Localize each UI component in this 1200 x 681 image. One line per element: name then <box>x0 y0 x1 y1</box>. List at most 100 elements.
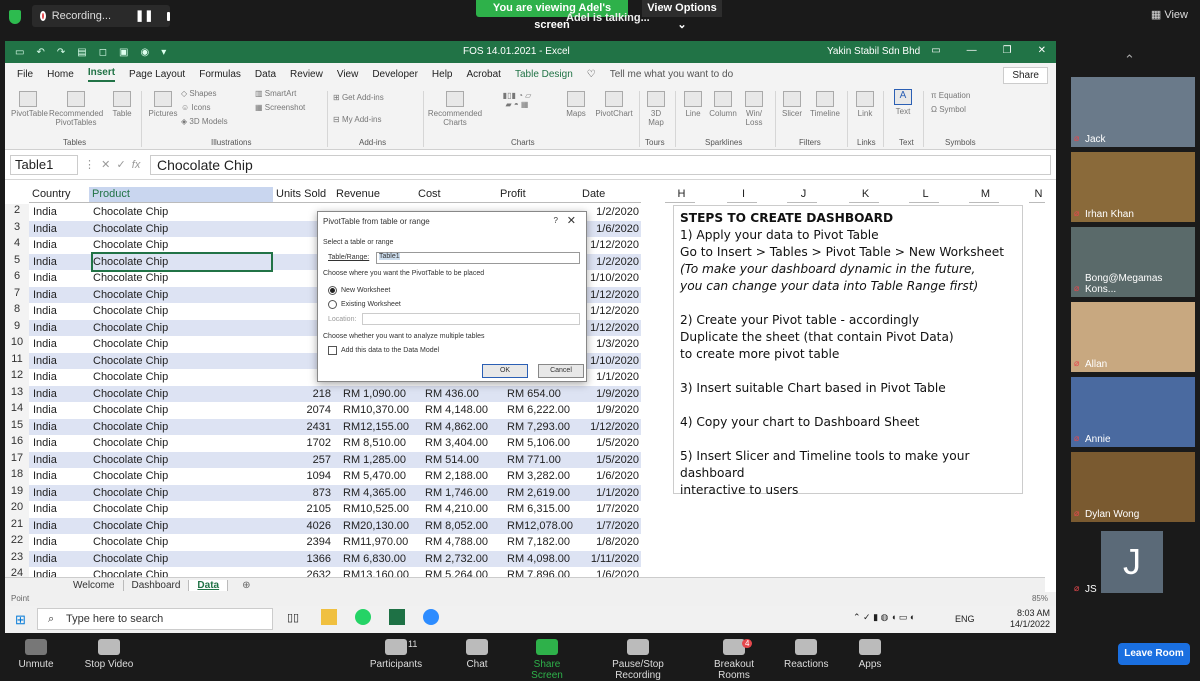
table-row[interactable]: India Chocolate Chip 1366 RM 6,830.00 RM 2,7… <box>29 550 641 568</box>
formula-input[interactable]: Chocolate Chip <box>150 154 1051 175</box>
task-view-icon[interactable]: ▯▯ <box>287 611 299 624</box>
cell-units[interactable]: 873 <box>277 485 331 502</box>
cell-profit[interactable]: RM 7,293.00 <box>507 419 583 436</box>
cell-date[interactable]: 1/12/2020 <box>589 419 639 436</box>
ok-button[interactable]: OK <box>482 364 528 378</box>
cell-date[interactable]: 1/12/2020 <box>589 287 639 304</box>
table-row[interactable]: India Chocolate Chip 2394 RM11,970.00 RM 4,7… <box>29 534 641 551</box>
row-header[interactable]: 12 <box>5 369 29 386</box>
cell-units[interactable]: 2632 <box>277 567 331 577</box>
existing-worksheet-radio[interactable] <box>328 300 337 309</box>
participant-tile[interactable]: ⌀ Bong@Megamas Kons... <box>1071 227 1195 297</box>
row-header[interactable]: 3 <box>5 220 29 237</box>
cell-product[interactable]: Chocolate Chip <box>93 501 271 518</box>
security-shield-icon[interactable] <box>9 10 21 24</box>
cell-country[interactable]: India <box>33 567 87 577</box>
tab-insert[interactable]: Insert <box>87 67 116 82</box>
table-row[interactable]: India Chocolate Chip 2074 RM10,370.00 RM 4,1… <box>29 402 641 419</box>
share-screen-button[interactable]: Share Screen <box>518 635 576 681</box>
view-button[interactable]: ▦ View <box>1151 8 1188 21</box>
cell-date[interactable]: 1/10/2020 <box>589 270 639 287</box>
row-header[interactable]: 18 <box>5 468 29 485</box>
cell-product[interactable]: Chocolate Chip <box>93 518 271 535</box>
row-header[interactable]: 4 <box>5 237 29 254</box>
cell-units[interactable]: 257 <box>277 452 331 469</box>
cell-country[interactable]: India <box>33 303 87 320</box>
cell-profit[interactable]: RM 7,896.00 <box>507 567 583 577</box>
cell-profit[interactable]: RM 7,182.00 <box>507 534 583 551</box>
col-k[interactable]: K <box>849 187 879 203</box>
participant-tile[interactable]: ⌀ Irhan Khan <box>1071 152 1195 222</box>
cell-product[interactable]: Chocolate Chip <box>93 468 271 485</box>
whatsapp-icon[interactable] <box>355 609 371 625</box>
tab-formulas[interactable]: Formulas <box>199 69 241 80</box>
sheet-tab-welcome[interactable]: Welcome <box>65 579 124 591</box>
tray-icons[interactable]: ⌃ ✓ ▮ ◍ ◖ ▭ ◐ <box>853 612 915 623</box>
cell-revenue[interactable]: RM20,130.00 <box>343 518 419 535</box>
cell-revenue[interactable]: RM 8,510.00 <box>343 435 419 452</box>
cell-country[interactable]: India <box>33 336 87 353</box>
row-header[interactable]: 14 <box>5 402 29 419</box>
cell-country[interactable]: India <box>33 468 87 485</box>
cell-date[interactable]: 1/1/2020 <box>589 369 639 386</box>
row-header[interactable]: 23 <box>5 550 29 567</box>
row-header[interactable]: 17 <box>5 451 29 468</box>
cell-product[interactable]: Chocolate Chip <box>93 336 271 353</box>
zoom-level[interactable]: 85% <box>1032 592 1048 606</box>
cell-country[interactable]: India <box>33 254 87 271</box>
cell-cost[interactable]: RM 1,746.00 <box>425 485 501 502</box>
stop-recording-icon[interactable] <box>167 11 170 21</box>
cell-date[interactable]: 1/8/2020 <box>589 534 639 551</box>
cell-product[interactable]: Chocolate Chip <box>93 567 271 577</box>
cell-profit[interactable]: RM 5,106.00 <box>507 435 583 452</box>
screenshot-button[interactable]: ▦ Screenshot <box>255 103 305 112</box>
cell-product[interactable]: Chocolate Chip <box>93 485 271 502</box>
cell-product[interactable]: Chocolate Chip <box>93 353 271 370</box>
table-button[interactable]: Table <box>109 91 135 118</box>
cell-country[interactable]: India <box>33 485 87 502</box>
table-row[interactable]: India Chocolate Chip 4026 RM20,130.00 RM 8,0… <box>29 517 641 535</box>
timeline-button[interactable]: Timeline <box>807 91 843 118</box>
cell-product[interactable]: Chocolate Chip <box>93 303 271 320</box>
row-header[interactable]: 2 <box>5 204 29 221</box>
smartart-button[interactable]: ▥ SmartArt <box>255 89 296 98</box>
table-row[interactable]: India Chocolate Chip 218 RM 1,090.00 RM 436.… <box>29 385 641 403</box>
header-cost[interactable]: Cost <box>415 187 497 203</box>
get-addins-button[interactable]: ⊞ Get Add-ins <box>333 93 384 102</box>
cell-date[interactable]: 1/2/2020 <box>589 204 639 221</box>
header-date[interactable]: Date <box>579 187 641 203</box>
cell-units[interactable]: 1366 <box>277 551 331 568</box>
row-header[interactable]: 6 <box>5 270 29 287</box>
table-row[interactable]: India Chocolate Chip 873 RM 4,365.00 RM 1,74… <box>29 484 641 502</box>
cell-profit[interactable]: RM 4,098.00 <box>507 551 583 568</box>
cell-cost[interactable]: RM 5,264.00 <box>425 567 501 577</box>
cell-date[interactable]: 1/7/2020 <box>589 518 639 535</box>
cell-country[interactable]: India <box>33 419 87 436</box>
cell-units[interactable]: 1702 <box>277 435 331 452</box>
cell-cost[interactable]: RM 2,188.00 <box>425 468 501 485</box>
header-revenue[interactable]: Revenue <box>333 187 415 203</box>
3d-map-button[interactable]: 3D Map <box>643 91 669 127</box>
location-input[interactable] <box>362 313 580 325</box>
sheet-tab-data[interactable]: Data <box>189 579 229 591</box>
cell-revenue[interactable]: RM 1,285.00 <box>343 452 419 469</box>
shapes-button[interactable]: ◇ Shapes <box>181 89 217 98</box>
cell-cost[interactable]: RM 2,732.00 <box>425 551 501 568</box>
cell-date[interactable]: 1/12/2020 <box>589 320 639 337</box>
header-profit[interactable]: Profit <box>497 187 579 203</box>
save-icon[interactable]: ▣ <box>119 47 128 58</box>
autosave-icon[interactable]: ▭ <box>15 47 24 58</box>
row-header[interactable]: 15 <box>5 418 29 435</box>
text-button[interactable]: A Text <box>891 89 915 116</box>
cell-units[interactable]: 218 <box>277 386 331 403</box>
cell-date[interactable]: 1/6/2020 <box>589 567 639 577</box>
steps-textbox[interactable]: STEPS TO CREATE DASHBOARD 1) Apply your … <box>673 205 1023 497</box>
apps-button[interactable]: Apps <box>856 635 884 670</box>
customize-icon[interactable]: ▾ <box>161 47 166 58</box>
row-header[interactable]: 16 <box>5 435 29 452</box>
cell-revenue[interactable]: RM12,155.00 <box>343 419 419 436</box>
reactions-button[interactable]: Reactions <box>784 635 828 670</box>
cell-date[interactable]: 1/6/2020 <box>589 221 639 238</box>
cell-cost[interactable]: RM 3,404.00 <box>425 435 501 452</box>
cell-country[interactable]: India <box>33 518 87 535</box>
